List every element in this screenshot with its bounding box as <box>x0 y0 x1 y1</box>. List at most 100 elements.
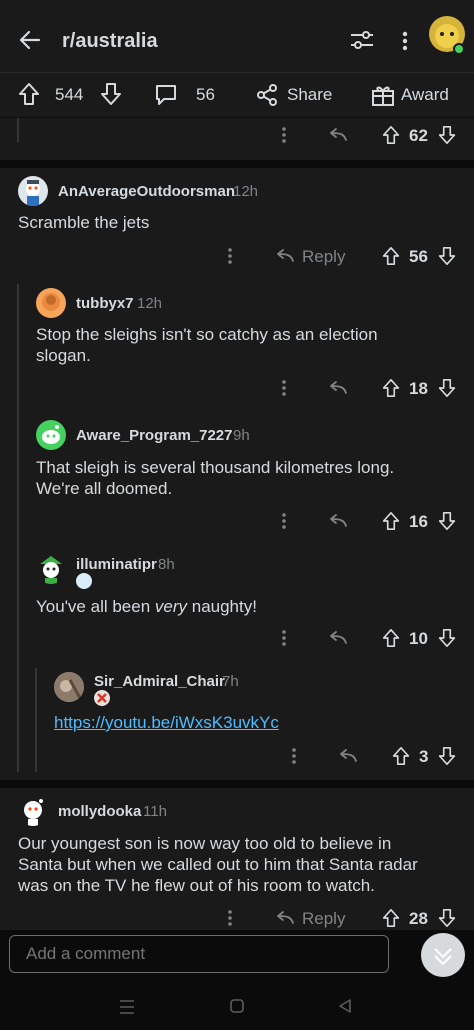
thread-line <box>17 118 19 142</box>
home-icon[interactable] <box>229 998 245 1014</box>
comment-body-line: was on the TV he flew out of his room to… <box>18 876 375 895</box>
downvote-icon[interactable] <box>438 378 456 398</box>
comment-card: mollydooka 11h Our youngest son is now w… <box>0 788 474 934</box>
avatar[interactable] <box>36 288 66 318</box>
comment-body-emphasis: very <box>154 597 188 616</box>
back-arrow-icon[interactable] <box>18 28 42 52</box>
downvote-icon[interactable] <box>438 628 456 648</box>
more-options-icon[interactable] <box>280 379 288 397</box>
comment-body-line: slogan. <box>36 346 91 365</box>
more-options-icon[interactable] <box>226 909 234 927</box>
comment-author[interactable]: mollydooka <box>58 803 141 820</box>
reply-arrow-icon[interactable] <box>328 629 348 647</box>
post-vote-count: 544 <box>55 85 84 104</box>
more-options-icon[interactable] <box>400 30 410 52</box>
reply-arrow-icon[interactable] <box>275 909 295 927</box>
upvote-icon[interactable] <box>382 125 400 145</box>
recent-apps-icon[interactable] <box>118 999 136 1015</box>
user-flair-icon <box>94 690 110 706</box>
system-nav-bar <box>0 985 474 1030</box>
more-options-icon[interactable] <box>226 247 234 265</box>
reply-button[interactable]: Reply <box>302 247 345 267</box>
comment-thread-card: AnAverageOutdoorsman 12h Scramble the je… <box>0 168 474 780</box>
downvote-icon[interactable] <box>438 908 456 928</box>
top-bar: r/australia <box>0 0 474 73</box>
comment-timestamp: 9h <box>233 427 250 444</box>
avatar[interactable] <box>36 420 66 450</box>
user-flair-icon <box>76 573 92 589</box>
more-options-icon[interactable] <box>280 512 288 530</box>
comment-vote-count: 3 <box>419 747 429 766</box>
more-options-icon[interactable] <box>280 126 288 144</box>
avatar[interactable] <box>18 176 48 206</box>
share-icon[interactable] <box>255 83 279 107</box>
comment-body-line: Stop the sleighs isn't so catchy as an e… <box>36 325 378 344</box>
award-icon[interactable] <box>371 83 395 107</box>
reply-arrow-icon[interactable] <box>275 247 295 265</box>
upvote-icon[interactable] <box>382 628 400 648</box>
chevron-down-icon <box>434 948 452 966</box>
comment-author[interactable]: AnAverageOutdoorsman <box>58 183 235 200</box>
comment-icon[interactable] <box>154 83 178 107</box>
reply-arrow-icon[interactable] <box>338 747 358 765</box>
composer-bar <box>0 930 474 985</box>
comment-timestamp: 8h <box>158 556 175 573</box>
reply-arrow-icon[interactable] <box>328 512 348 530</box>
comment-body-line: Our youngest son is now way too old to b… <box>18 834 392 853</box>
comment-body-line: We're all doomed. <box>36 479 173 498</box>
upvote-icon[interactable] <box>382 908 400 928</box>
user-avatar-icon[interactable] <box>427 14 467 56</box>
award-button[interactable]: Award <box>401 85 449 105</box>
downvote-icon[interactable] <box>438 246 456 266</box>
comment-body-text: naughty! <box>187 597 257 616</box>
comment-vote-count: 56 <box>409 247 428 266</box>
upvote-icon[interactable] <box>382 378 400 398</box>
avatar[interactable] <box>54 672 84 702</box>
thread-line <box>35 668 37 772</box>
comment-vote-count: 16 <box>409 512 428 531</box>
previous-comment-card: 62 <box>0 118 474 160</box>
share-button[interactable]: Share <box>287 85 332 105</box>
youtube-link[interactable]: https://youtu.be/iWxsK3uvkYc <box>54 713 279 733</box>
downvote-icon[interactable] <box>438 746 456 766</box>
sort-filter-icon[interactable] <box>349 28 375 52</box>
thread-line <box>17 284 19 772</box>
comment-body-text: You've all been <box>36 597 155 616</box>
comment-author[interactable]: tubbyx7 <box>76 295 134 312</box>
downvote-icon[interactable] <box>438 125 456 145</box>
downvote-icon[interactable] <box>100 82 122 106</box>
comment-timestamp: 7h <box>222 673 239 690</box>
post-comment-count: 56 <box>196 85 215 104</box>
comment-vote-count: 10 <box>409 629 428 648</box>
comment-author[interactable]: Aware_Program_7227 <box>76 427 233 444</box>
comment-body-line: Santa but when we called out to him that… <box>18 855 418 874</box>
comment-vote-count: 18 <box>409 379 428 398</box>
comment-timestamp: 12h <box>137 295 163 312</box>
avatar[interactable] <box>18 796 48 826</box>
upvote-icon[interactable] <box>18 82 40 106</box>
comment-author[interactable]: illuminatipr <box>76 556 157 573</box>
scroll-down-button[interactable] <box>421 933 465 977</box>
comment-author[interactable]: Sir_Admiral_Chair <box>94 673 225 690</box>
upvote-icon[interactable] <box>392 746 410 766</box>
comment-body: Scramble the jets <box>18 213 150 232</box>
more-options-icon[interactable] <box>290 747 298 765</box>
comment-vote-count: 62 <box>409 126 428 145</box>
comment-body: You've all been very naughty! <box>36 596 257 617</box>
upvote-icon[interactable] <box>382 246 400 266</box>
reply-button[interactable]: Reply <box>302 909 345 929</box>
post-action-bar: 544 56 Share Award <box>0 73 474 117</box>
reply-arrow-icon[interactable] <box>328 379 348 397</box>
more-options-icon[interactable] <box>280 629 288 647</box>
comment-body-line: That sleigh is several thousand kilometr… <box>36 458 395 477</box>
back-nav-icon[interactable] <box>338 998 352 1014</box>
add-comment-input[interactable] <box>9 935 389 973</box>
comment-timestamp: 12h <box>233 183 259 200</box>
comment-timestamp: 11h <box>143 803 167 820</box>
downvote-icon[interactable] <box>438 511 456 531</box>
avatar[interactable] <box>36 554 66 584</box>
subreddit-title[interactable]: r/australia <box>62 30 158 53</box>
upvote-icon[interactable] <box>382 511 400 531</box>
reply-arrow-icon[interactable] <box>328 126 348 144</box>
comment-vote-count: 28 <box>409 909 428 928</box>
